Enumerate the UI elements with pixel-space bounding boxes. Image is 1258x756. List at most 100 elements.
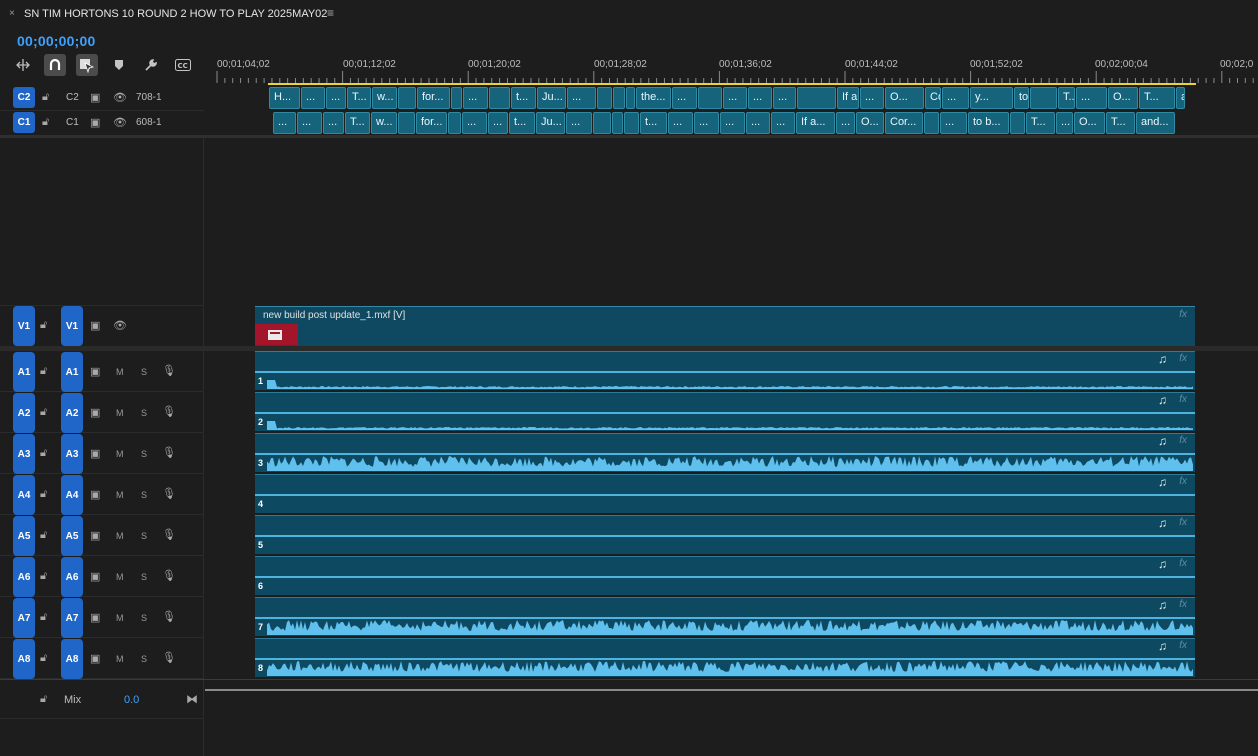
source-target-a4[interactable]: A4 bbox=[13, 475, 35, 515]
captions-icon[interactable]: CC bbox=[172, 54, 194, 76]
track-target-a5[interactable]: A5 bbox=[61, 516, 83, 556]
sync-lock-icon[interactable]: ▣ bbox=[90, 116, 100, 129]
audio-clip[interactable]: ♫ fx 8 bbox=[255, 638, 1195, 677]
sync-lock-icon[interactable]: ▣ bbox=[90, 570, 100, 583]
mix-meter-icon[interactable]: ⧓ bbox=[186, 692, 198, 706]
track-target-v1[interactable]: V1 bbox=[61, 306, 83, 346]
audio-clip[interactable]: ♫ fx 3 bbox=[255, 433, 1195, 472]
lock-icon[interactable]: 🔓︎ bbox=[40, 406, 47, 419]
work-area-bar[interactable] bbox=[268, 83, 1196, 85]
audio-clip[interactable]: ♫ fx 7 bbox=[255, 597, 1195, 636]
caption-clip[interactable]: y... bbox=[970, 87, 1013, 109]
playhead-timecode[interactable]: 00;00;00;00 bbox=[17, 33, 95, 49]
track-target-a4[interactable]: A4 bbox=[61, 475, 83, 515]
caption-clip[interactable] bbox=[613, 87, 625, 109]
solo-button[interactable]: S bbox=[141, 613, 147, 623]
record-voiceover-mic-icon[interactable]: 🎙︎ bbox=[162, 446, 176, 459]
caption-clip[interactable]: ... bbox=[773, 87, 796, 109]
record-voiceover-mic-icon[interactable]: 🎙︎ bbox=[162, 569, 176, 582]
caption-clip[interactable]: to b... bbox=[968, 112, 1009, 134]
solo-button[interactable]: S bbox=[141, 449, 147, 459]
caption-clip[interactable]: ... bbox=[1076, 87, 1107, 109]
caption-clip[interactable] bbox=[797, 87, 836, 109]
source-target-a1[interactable]: A1 bbox=[13, 352, 35, 392]
video-clip[interactable]: new build post update_1.mxf [V] fx bbox=[255, 306, 1195, 346]
caption-clip[interactable]: for... bbox=[416, 112, 447, 134]
panel-menu-icon[interactable]: ≡ bbox=[327, 6, 334, 20]
source-target-a6[interactable]: A6 bbox=[13, 557, 35, 597]
caption-clip[interactable]: T... bbox=[345, 112, 370, 134]
sync-lock-icon[interactable]: ▣ bbox=[90, 611, 100, 624]
track-target-a1[interactable]: A1 bbox=[61, 352, 83, 392]
mute-button[interactable]: M bbox=[116, 449, 124, 459]
linked-selection-icon[interactable] bbox=[76, 54, 98, 76]
sync-lock-icon[interactable]: ▣ bbox=[90, 91, 100, 104]
caption-clip[interactable]: T... bbox=[1058, 87, 1075, 109]
caption-clip[interactable]: Ju... bbox=[536, 112, 565, 134]
mute-button[interactable]: M bbox=[116, 531, 124, 541]
source-target-a3[interactable]: A3 bbox=[13, 434, 35, 474]
caption-clip[interactable]: Cor... bbox=[925, 87, 941, 109]
mute-button[interactable]: M bbox=[116, 613, 124, 623]
caption-clip[interactable]: ... bbox=[488, 112, 508, 134]
caption-clip[interactable]: ... bbox=[668, 112, 693, 134]
solo-button[interactable]: S bbox=[141, 572, 147, 582]
caption-clip[interactable]: ... bbox=[297, 112, 322, 134]
caption-clip[interactable]: ... bbox=[326, 87, 346, 109]
time-ruler[interactable]: 00;01;04;02 00;01;12;02 00;01;20;02 00;01;2… bbox=[205, 55, 1258, 87]
caption-clip[interactable]: t... bbox=[640, 112, 667, 134]
caption-clip[interactable]: O... bbox=[1074, 112, 1105, 134]
caption-clip[interactable]: Ju... bbox=[537, 87, 566, 109]
caption-clip[interactable]: ... bbox=[301, 87, 325, 109]
caption-clip[interactable]: ... bbox=[462, 112, 487, 134]
lock-icon[interactable]: 🔓︎ bbox=[40, 488, 47, 501]
caption-clip[interactable]: t... bbox=[509, 112, 535, 134]
caption-clip[interactable]: ... bbox=[942, 87, 969, 109]
mute-button[interactable]: M bbox=[116, 408, 124, 418]
solo-button[interactable]: S bbox=[141, 367, 147, 377]
caption-clip[interactable] bbox=[924, 112, 939, 134]
caption-clip[interactable]: ... bbox=[720, 112, 745, 134]
lock-icon[interactable]: 🔓︎ bbox=[40, 447, 47, 460]
solo-button[interactable]: S bbox=[141, 654, 147, 664]
caption-clip[interactable]: w... bbox=[371, 112, 397, 134]
caption-clip[interactable]: ... bbox=[567, 87, 596, 109]
caption-clip[interactable]: Cor... bbox=[885, 112, 923, 134]
eye-icon[interactable]: 👁︎ bbox=[113, 116, 127, 129]
track-target-a2[interactable]: A2 bbox=[61, 393, 83, 433]
caption-clip[interactable] bbox=[398, 112, 415, 134]
caption-clip[interactable]: T... bbox=[347, 87, 371, 109]
snap-icon[interactable] bbox=[44, 54, 66, 76]
caption-clip[interactable]: ... bbox=[463, 87, 488, 109]
settings-wrench-icon[interactable] bbox=[140, 54, 162, 76]
close-icon[interactable]: × bbox=[9, 8, 15, 19]
caption-clip[interactable] bbox=[398, 87, 416, 109]
caption-clip[interactable]: w... bbox=[372, 87, 397, 109]
track-target-a3[interactable]: A3 bbox=[61, 434, 83, 474]
mute-button[interactable]: M bbox=[116, 367, 124, 377]
caption-clip[interactable] bbox=[448, 112, 461, 134]
caption-clip[interactable]: If a... bbox=[796, 112, 835, 134]
mix-volume-line[interactable] bbox=[205, 689, 1258, 691]
caption-clip[interactable] bbox=[612, 112, 623, 134]
record-voiceover-mic-icon[interactable]: 🎙︎ bbox=[162, 405, 176, 418]
sync-lock-icon[interactable]: ▣ bbox=[90, 319, 100, 332]
caption-clip[interactable]: H... bbox=[269, 87, 300, 109]
caption-clip[interactable]: an... bbox=[1176, 87, 1185, 109]
caption-clip[interactable]: and... bbox=[1136, 112, 1175, 134]
mix-lock-icon[interactable]: 🔓︎ bbox=[40, 693, 47, 706]
source-target-a2[interactable]: A2 bbox=[13, 393, 35, 433]
caption-clip[interactable]: If a... bbox=[837, 87, 859, 109]
caption-clip[interactable]: ... bbox=[273, 112, 296, 134]
caption-clip[interactable]: T... bbox=[1026, 112, 1055, 134]
audio-clip[interactable]: ♫ fx 2 bbox=[255, 392, 1195, 431]
caption-clip[interactable]: ... bbox=[566, 112, 592, 134]
caption-clip[interactable] bbox=[597, 87, 612, 109]
lock-icon[interactable]: 🔓︎ bbox=[42, 91, 49, 104]
add-marker-icon[interactable] bbox=[108, 54, 130, 76]
sync-lock-icon[interactable]: ▣ bbox=[90, 652, 100, 665]
caption-clip[interactable]: ... bbox=[323, 112, 344, 134]
solo-button[interactable]: S bbox=[141, 408, 147, 418]
audio-clip[interactable]: ♫ fx 1 bbox=[255, 351, 1195, 390]
lock-icon[interactable]: 🔓︎ bbox=[40, 611, 47, 624]
